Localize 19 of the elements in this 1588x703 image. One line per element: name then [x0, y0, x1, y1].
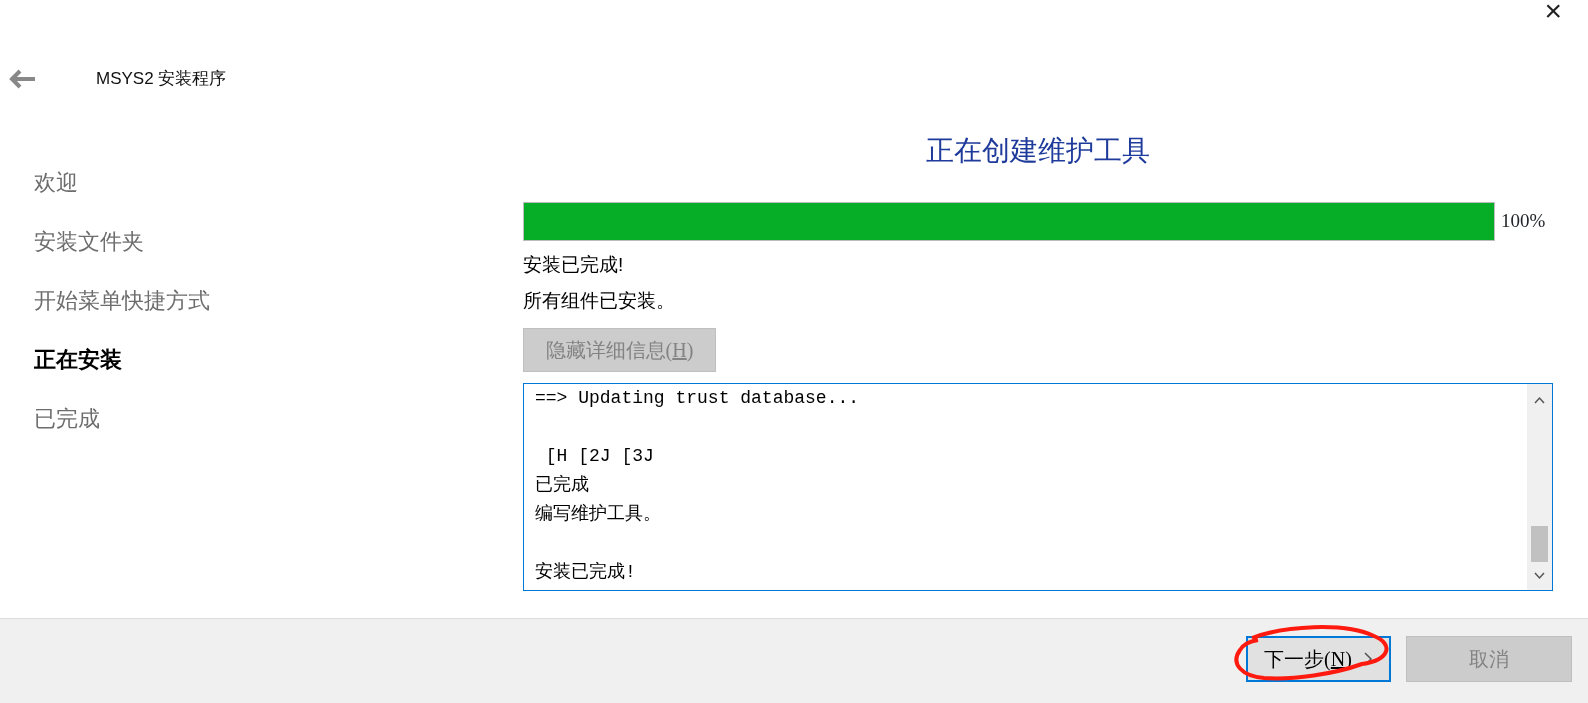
step-item: 正在安装 [34, 346, 123, 374]
log-line: 安装已完成! [535, 561, 636, 584]
step-item: 开始菜单快捷方式 [34, 287, 211, 315]
step-item: 欢迎 [34, 169, 79, 197]
scrollbar[interactable] [1527, 384, 1552, 590]
log-line: ==> Updating trust database... [535, 387, 860, 410]
close-button[interactable]: × [1540, 0, 1566, 30]
back-arrow-icon[interactable] [8, 68, 36, 89]
progress-percent: 100% [1501, 209, 1546, 234]
status-message: 安装已完成! [523, 253, 625, 277]
scroll-thumb[interactable] [1531, 526, 1548, 562]
window-title: MSYS2 安装程序 [96, 68, 227, 90]
log-line: 已完成 [535, 474, 589, 497]
log-line: 编写维护工具。 [535, 503, 661, 526]
step-item: 安装文件夹 [34, 228, 145, 256]
status-message: 所有组件已安装。 [523, 289, 676, 313]
step-item: 已完成 [34, 405, 101, 433]
page-title: 正在创建维护工具 [925, 134, 1151, 168]
log-line: [H [2J [3J [544, 445, 654, 468]
